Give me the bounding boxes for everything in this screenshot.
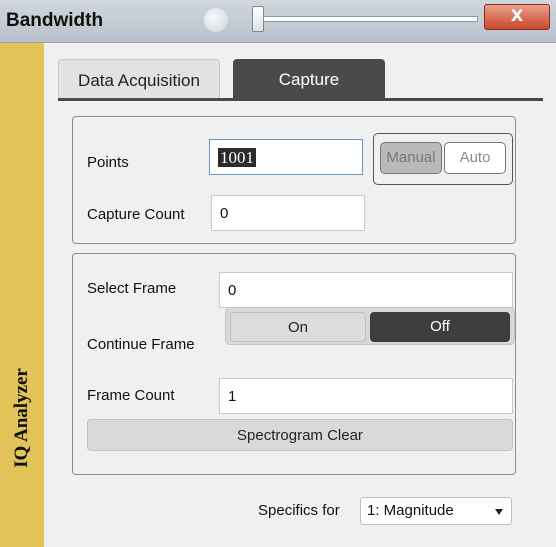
specifics-label: Specifics for bbox=[258, 502, 340, 519]
capture-count-field[interactable]: 0 bbox=[211, 195, 365, 231]
side-strip: IQ Analyzer bbox=[0, 43, 44, 547]
frame-count-field[interactable]: 1 bbox=[219, 378, 513, 414]
frame-settings-group: Select Frame 0 Continue Frame On Off Fra… bbox=[72, 253, 516, 475]
transparency-slider-track[interactable] bbox=[260, 16, 478, 22]
select-frame-label: Select Frame bbox=[87, 280, 177, 297]
window-title: Bandwidth bbox=[6, 10, 104, 31]
title-bar: Bandwidth X bbox=[0, 0, 556, 43]
continue-frame-off-button[interactable]: Off bbox=[370, 312, 510, 342]
auto-button[interactable]: Auto bbox=[444, 142, 506, 174]
continue-frame-label: Continue Frame bbox=[87, 336, 195, 353]
select-frame-field[interactable]: 0 bbox=[219, 272, 513, 308]
points-mode-toggle: Manual Auto bbox=[373, 133, 513, 185]
close-button[interactable]: X bbox=[484, 4, 550, 30]
capture-count-label: Capture Count bbox=[87, 206, 185, 223]
tab-underline bbox=[58, 98, 543, 101]
specifics-dropdown[interactable]: 1: Magnitude bbox=[360, 497, 512, 525]
points-label: Points bbox=[87, 154, 129, 171]
tab-capture[interactable]: Capture bbox=[233, 59, 385, 99]
transparency-slider-handle[interactable] bbox=[252, 6, 264, 32]
spectrogram-clear-button[interactable]: Spectrogram Clear bbox=[87, 419, 513, 451]
points-value: 1001 bbox=[218, 148, 256, 167]
continue-frame-toggle: On Off bbox=[225, 307, 515, 345]
main-panel: Data Acquisition Capture Points 1001 Man… bbox=[44, 43, 556, 547]
tab-data-acquisition[interactable]: Data Acquisition bbox=[58, 59, 220, 100]
manual-button[interactable]: Manual bbox=[380, 142, 442, 174]
frame-count-label: Frame Count bbox=[87, 387, 175, 404]
chevron-down-icon bbox=[495, 509, 503, 515]
capture-settings-group: Points 1001 Manual Auto Capture Count 0 bbox=[72, 116, 516, 244]
points-field[interactable]: 1001 bbox=[209, 139, 363, 175]
globe-icon bbox=[204, 8, 228, 32]
specifics-selected: 1: Magnitude bbox=[367, 502, 454, 519]
continue-frame-on-button[interactable]: On bbox=[230, 312, 366, 342]
side-label: IQ Analyzer bbox=[11, 368, 32, 468]
